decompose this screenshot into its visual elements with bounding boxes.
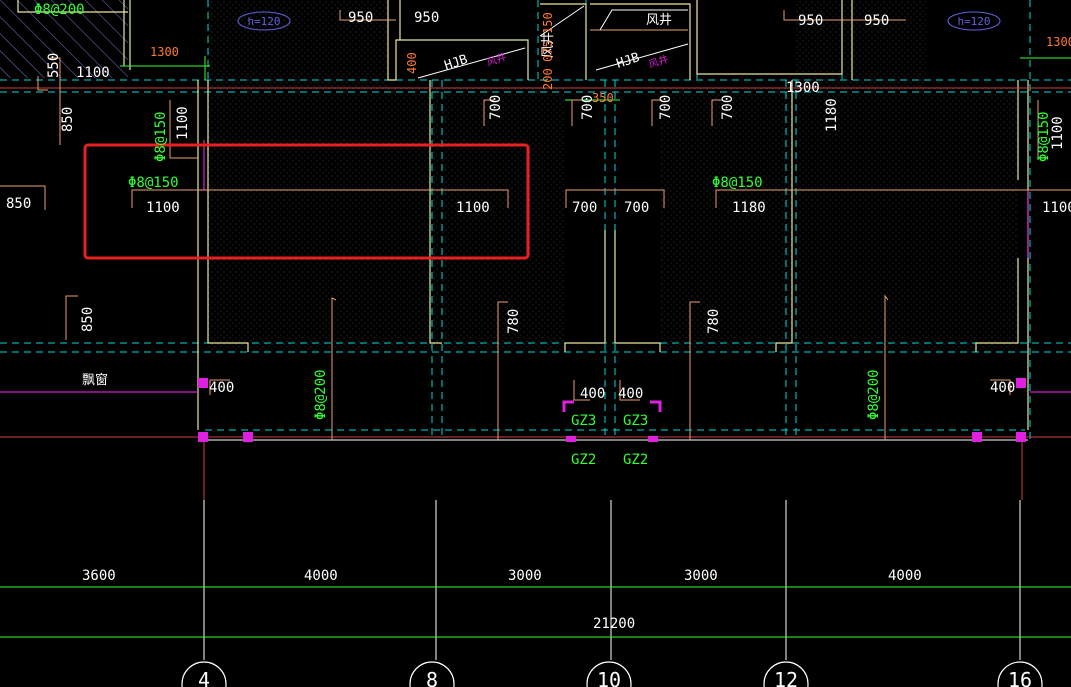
axis-number: 10 [597, 668, 621, 687]
dim-text: 075 [541, 40, 555, 62]
dim-text: 700 [720, 95, 736, 120]
total-dim: 21200 [593, 616, 635, 632]
dim-text: 1100 [146, 200, 180, 216]
axis-dim: 4000 [304, 568, 338, 584]
dim-text: 1180 [732, 200, 766, 216]
dim-text: 780 [506, 309, 522, 334]
dim-text: 700 [572, 200, 597, 216]
axis-number: 8 [426, 668, 438, 687]
column-label: GZ3 [623, 413, 648, 429]
rebar-label: Φ8@200 [313, 369, 329, 420]
axis-numbers: 4 8 10 12 16 [198, 668, 1032, 687]
dim-text: 700 [488, 95, 504, 120]
bay-window-label: 飘窗 [82, 372, 108, 388]
dim-text: 1100 [1042, 200, 1071, 216]
axis-dim: 3000 [508, 568, 542, 584]
dim-text: 1100 [76, 65, 110, 81]
hjb-note: 风井 [485, 50, 508, 69]
dim-text: 1300 [1046, 35, 1071, 49]
axis-dim: 3600 [82, 568, 116, 584]
column-label: GZ3 [571, 413, 596, 429]
dim-text: 700 [624, 200, 649, 216]
dim-text: 1100 [456, 200, 490, 216]
rebar-label: Φ8@150 [153, 111, 169, 162]
dim-text: 950 [864, 13, 889, 29]
dim-text: 1100 [175, 106, 191, 140]
column-label: GZ2 [571, 452, 596, 468]
rebar-label: Φ8@200 [866, 369, 882, 420]
dim-text: 1100 [1050, 116, 1066, 150]
slab-thickness-label: h=120 [247, 15, 280, 28]
rebar-label: Φ8@150 [712, 175, 763, 191]
dim-text: 400 [405, 52, 419, 74]
hjb-label: HJB [443, 52, 470, 74]
shaft-label: 风井 [646, 13, 672, 28]
dim-text: 950 [414, 10, 439, 26]
rebar-label: Φ8@200 [34, 2, 85, 18]
dim-text: 400 [209, 380, 234, 396]
dim-text: 400 [580, 386, 605, 402]
dim-text: 150 [541, 12, 555, 34]
axis-number: 12 [774, 668, 798, 687]
column-label: GZ2 [623, 452, 648, 468]
dim-text: 1180 [824, 98, 840, 132]
dim-text: 1300 [786, 80, 820, 96]
hjb-label: HJB [615, 50, 642, 72]
dim-text: 850 [80, 307, 96, 332]
dim-text: 700 [658, 95, 674, 120]
dim-text: 350 [592, 91, 614, 105]
dim-text: 400 [618, 386, 643, 402]
dim-text: 1300 [150, 45, 179, 59]
dim-text: 950 [798, 13, 823, 29]
dim-text: 400 [990, 380, 1015, 396]
floor-plan-drawing: h=120 h=120 Φ8@200 Φ8@150 Φ8@150 Φ8@150 … [0, 0, 1071, 687]
dim-text: 850 [6, 196, 31, 212]
axis-number: 4 [198, 668, 210, 687]
slab-thickness-label: h=120 [957, 15, 990, 28]
axis-dim: 3000 [684, 568, 718, 584]
axis-dim: 4000 [888, 568, 922, 584]
rebar-label: Φ8@150 [128, 175, 179, 191]
axis-dimensions: 3600 4000 3000 3000 4000 21200 [82, 568, 922, 632]
dim-text: 780 [706, 309, 722, 334]
dim-text: 200 [541, 68, 555, 90]
dim-text: 550 [46, 53, 62, 78]
dim-text: 850 [60, 107, 76, 132]
dim-text: 950 [348, 10, 373, 26]
cad-drawing-canvas[interactable]: h=120 h=120 Φ8@200 Φ8@150 Φ8@150 Φ8@150 … [0, 0, 1071, 687]
axis-number: 16 [1008, 668, 1032, 687]
